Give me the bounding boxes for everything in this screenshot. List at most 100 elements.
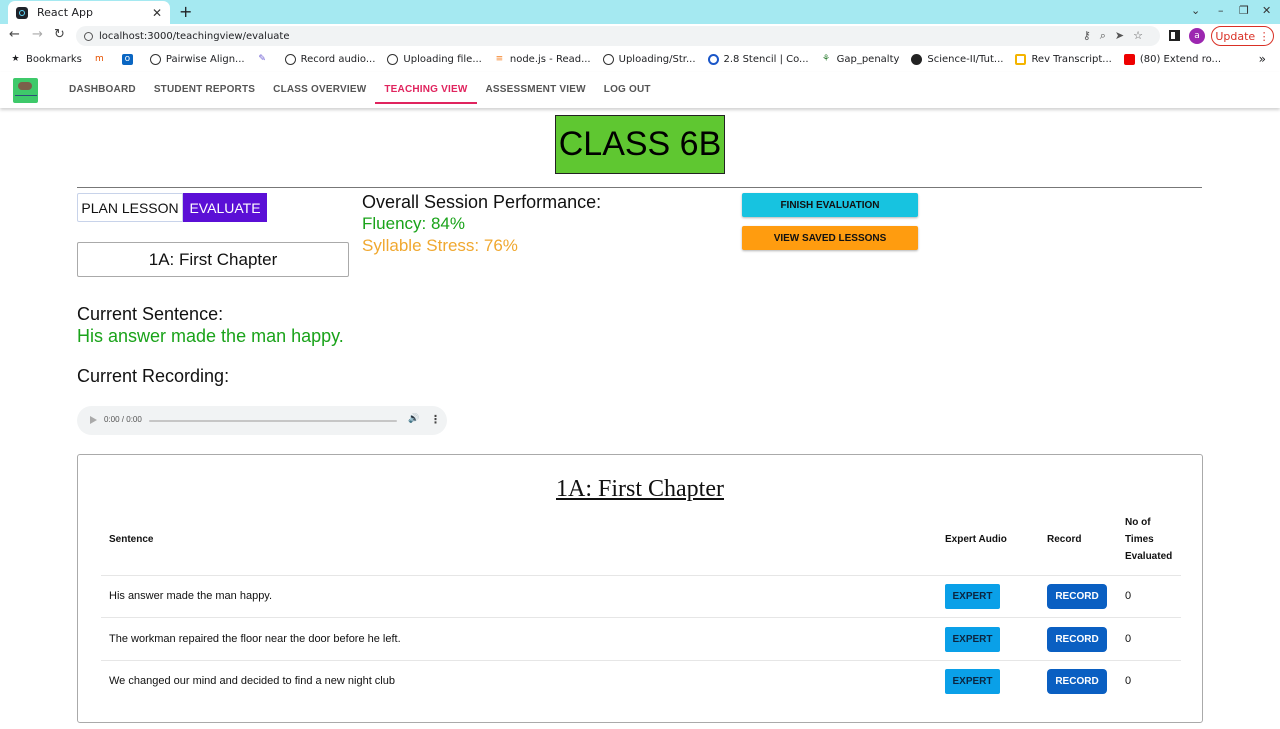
globe-icon	[284, 53, 296, 65]
bookmark-label: Uploading file...	[403, 53, 482, 65]
finish-evaluation-button[interactable]: FINISH EVALUATION	[742, 193, 918, 217]
nav-student-reports[interactable]: STUDENT REPORTS	[145, 72, 264, 108]
nav-links: DASHBOARD STUDENT REPORTS CLASS OVERVIEW…	[60, 72, 660, 108]
forward-icon[interactable]: →	[32, 27, 43, 42]
bookmark-item[interactable]: Pairwise Align...	[149, 53, 245, 65]
table-row-sentence: We changed our mind and decided to find …	[109, 675, 395, 687]
bookmark-item[interactable]: ≡ node.js - Read...	[494, 54, 591, 65]
more-bookmarks-icon[interactable]: »	[1259, 52, 1266, 66]
sentence-table-card: 1A: First Chapter Sentence Expert Audio …	[77, 454, 1203, 723]
bookmark-item[interactable]: Record audio...	[284, 53, 376, 65]
bookmark-item[interactable]: 2.8 Stencil | Co...	[707, 53, 809, 65]
browser-tab[interactable]: React App ✕	[8, 1, 170, 24]
plan-lesson-button[interactable]: PLAN LESSON	[77, 193, 183, 222]
bookmark-item[interactable]: Rev Transcript...	[1015, 53, 1112, 65]
bookmark-item[interactable]: ⚘ Gap_penalty	[821, 53, 899, 65]
reload-icon[interactable]: ↻	[54, 27, 65, 42]
current-recording-label: Current Recording:	[77, 366, 230, 386]
outlook-icon: o	[121, 53, 133, 65]
record-button[interactable]: RECORD	[1047, 584, 1107, 609]
window-close-icon[interactable]: ✕	[1262, 4, 1271, 17]
header-times-line1: No of	[1125, 517, 1151, 528]
row-divider	[101, 660, 1181, 661]
bookmark-item[interactable]: m	[94, 54, 110, 65]
bookmarks-bar: ★ Bookmarks m o Pairwise Align... ✎ Recor…	[0, 48, 1280, 70]
bookmark-favicon-icon: ⚘	[822, 53, 831, 64]
expert-audio-button[interactable]: EXPERT	[945, 627, 1000, 652]
header-times-line2: Times	[1125, 534, 1154, 545]
bookmark-label: Rev Transcript...	[1031, 53, 1112, 65]
expert-audio-button[interactable]: EXPERT	[945, 669, 1000, 694]
table-row-sentence: The workman repaired the floor near the …	[109, 633, 401, 645]
url-text: localhost:3000/teachingview/evaluate	[99, 30, 290, 42]
performance-title: Overall Session Performance:	[362, 192, 602, 212]
expert-audio-button[interactable]: EXPERT	[945, 584, 1000, 609]
nav-class-overview[interactable]: CLASS OVERVIEW	[264, 72, 375, 108]
tab-title: React App	[37, 6, 94, 19]
bookmark-label: Science-II/Tut...	[927, 53, 1004, 65]
new-tab-icon[interactable]: +	[179, 2, 192, 21]
bookmark-favicon-icon: m	[94, 53, 104, 64]
globe-icon	[602, 53, 614, 65]
audio-progress-track[interactable]	[149, 420, 397, 422]
bookmark-item[interactable]: ★ Bookmarks	[10, 53, 82, 65]
record-button[interactable]: RECORD	[1047, 669, 1107, 694]
current-sentence-text: His answer made the man happy.	[77, 326, 344, 346]
times-evaluated: 0	[1125, 633, 1132, 645]
bookmark-label: 2.8 Stencil | Co...	[723, 53, 809, 65]
volume-icon[interactable]: 🔊	[408, 414, 419, 424]
nav-teaching-view[interactable]: TEACHING VIEW	[375, 72, 477, 108]
nav-dashboard[interactable]: DASHBOARD	[60, 72, 145, 108]
header-expert-audio: Expert Audio	[945, 534, 1007, 545]
bookmark-favicon-icon	[1015, 53, 1027, 65]
bookmark-label: Record audio...	[300, 53, 376, 65]
audio-time: 0:00 / 0:00	[104, 415, 142, 424]
logo-text-mark	[15, 92, 37, 96]
bookmark-item[interactable]: Science-II/Tut...	[911, 53, 1004, 65]
class-banner: CLASS 6B	[555, 115, 725, 174]
info-icon[interactable]	[84, 31, 93, 41]
header-times-line3: Evaluated	[1125, 551, 1173, 562]
bookmark-item[interactable]: o	[121, 53, 138, 65]
app-navbar: DASHBOARD STUDENT REPORTS CLASS OVERVIEW…	[0, 72, 1280, 108]
restore-icon[interactable]: ❐	[1239, 4, 1249, 17]
view-saved-lessons-button[interactable]: VIEW SAVED LESSONS	[742, 226, 918, 250]
globe-icon	[387, 53, 399, 65]
bookmark-label: (80) Extend ro...	[1139, 53, 1222, 65]
header-sentence: Sentence	[109, 534, 154, 545]
play-icon[interactable]	[90, 416, 97, 424]
youtube-icon	[1123, 53, 1135, 65]
table-row-sentence: His answer made the man happy.	[109, 590, 273, 602]
close-icon[interactable]: ✕	[152, 6, 162, 20]
github-icon	[911, 53, 923, 65]
row-divider	[101, 575, 1181, 576]
nav-assessment-view[interactable]: ASSESSMENT VIEW	[477, 72, 595, 108]
evaluate-button[interactable]: EVALUATE	[183, 193, 267, 222]
bookmark-item[interactable]: (80) Extend ro...	[1123, 53, 1222, 65]
fluency-score: Fluency: 84%	[362, 214, 465, 233]
row-divider	[101, 617, 1181, 618]
more-options-icon[interactable]: ⋮	[430, 413, 441, 426]
app-logo[interactable]	[13, 78, 38, 103]
bookmark-item[interactable]: Uploading/Str...	[602, 53, 696, 65]
bookmark-item[interactable]: ✎	[257, 54, 273, 65]
omnibox-actions-icon[interactable]: ⚷⌕➤☆	[1083, 29, 1152, 43]
bookmark-label: Bookmarks	[26, 53, 82, 65]
bookmark-item[interactable]: Uploading file...	[387, 53, 482, 65]
star-icon: ★	[11, 53, 20, 64]
chevron-down-icon[interactable]: ⌄	[1191, 4, 1200, 17]
url-bar[interactable]: localhost:3000/teachingview/evaluate ⚷⌕➤…	[76, 26, 1160, 46]
record-button[interactable]: RECORD	[1047, 627, 1107, 652]
bookmark-favicon-icon: ✎	[258, 53, 266, 64]
header-record: Record	[1047, 534, 1082, 545]
nav-log-out[interactable]: LOG OUT	[595, 72, 660, 108]
globe-icon	[149, 53, 161, 65]
update-label: Update	[1215, 29, 1256, 43]
chapter-select[interactable]: 1A: First Chapter	[77, 242, 349, 277]
profile-avatar[interactable]: a	[1189, 28, 1205, 44]
back-icon[interactable]: ←	[9, 27, 20, 42]
update-button[interactable]: Update ⋮	[1211, 26, 1274, 46]
section-divider	[77, 187, 1202, 188]
side-panel-icon[interactable]	[1169, 30, 1180, 41]
minimize-icon[interactable]: –	[1218, 4, 1224, 17]
